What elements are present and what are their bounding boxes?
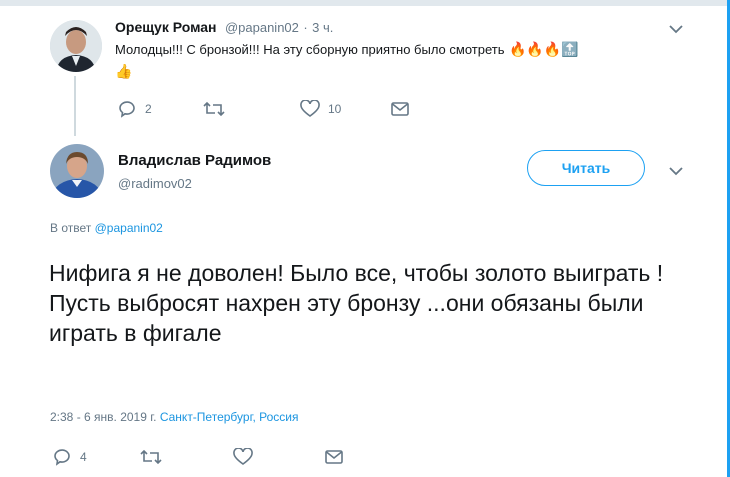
author-name[interactable]: Владислав Радимов [118, 152, 271, 169]
fire-icon: 🔥 [508, 41, 527, 57]
tweet-text: Молодцы!!! С бронзой!!! На эту сборную п… [115, 42, 505, 57]
avatar[interactable] [50, 20, 102, 72]
tweet-text: Нифига я не доволен! Было все, чтобы зол… [49, 260, 664, 346]
envelope-icon [325, 450, 343, 464]
author-handle[interactable]: @papanin02 [225, 20, 299, 35]
heart-icon [300, 100, 320, 117]
tweet-timestamp[interactable]: 2:38 - 6 янв. 2019 г. [50, 410, 156, 424]
like-count: 10 [328, 102, 342, 116]
chevron-down-icon[interactable] [668, 164, 684, 176]
separator-dot: · [303, 20, 308, 35]
author-name[interactable]: Орещук Роман [115, 19, 217, 35]
reply-count: 4 [80, 450, 87, 464]
reply-icon [54, 449, 70, 466]
avatar[interactable] [50, 144, 104, 198]
thumbs-up-icon: 👍 [115, 63, 133, 79]
reply-icon [119, 101, 135, 118]
author-handle[interactable]: @radimov02 [118, 176, 192, 191]
like-button[interactable] [233, 448, 261, 466]
reply-count: 2 [145, 102, 152, 116]
reply-to-handle-link[interactable]: @papanin02 [95, 221, 163, 235]
retweet-button[interactable] [203, 100, 233, 118]
fire-icon: 🔥 [543, 41, 562, 57]
retweet-button[interactable] [140, 448, 170, 466]
tweet-location-link[interactable]: Санкт-Петербург, Россия [160, 410, 299, 424]
avatar-image-icon [50, 144, 104, 198]
reply-button[interactable]: 4 [52, 448, 87, 466]
envelope-icon [391, 102, 409, 116]
retweet-icon [203, 101, 225, 117]
reply-button[interactable]: 2 [117, 100, 152, 118]
fire-icon: 🔥 [526, 41, 544, 57]
tweet-time[interactable]: 3 ч. [312, 20, 333, 35]
chevron-down-icon[interactable] [668, 22, 684, 34]
direct-message-button[interactable] [324, 448, 344, 466]
reply-to-label: В ответ [50, 221, 92, 235]
follow-button[interactable]: Читать [527, 150, 645, 186]
top-arrow-icon: 🔝 [561, 41, 579, 57]
direct-message-button[interactable] [390, 100, 410, 118]
like-button[interactable]: 10 [300, 100, 341, 118]
retweet-icon [140, 449, 162, 465]
heart-icon [233, 448, 253, 465]
thread-line [74, 76, 76, 136]
avatar-image-icon [50, 20, 102, 72]
window-top-border [0, 0, 730, 6]
